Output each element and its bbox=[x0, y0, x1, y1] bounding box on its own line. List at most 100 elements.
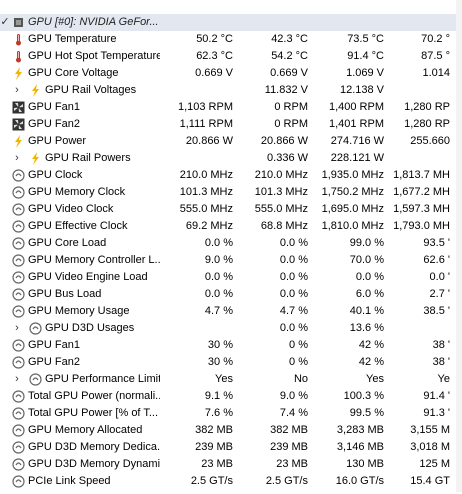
current-value: 9.0 % bbox=[204, 254, 233, 266]
sensor-row[interactable]: GPU Memory Clock 101.3 MHz 101.3 MHz 1,750.… bbox=[0, 184, 462, 201]
section-header-label: GPU [#0]: NVIDIA GeFor... bbox=[28, 16, 159, 28]
thermometer-icon bbox=[12, 50, 25, 63]
current-value: 4.7 % bbox=[204, 305, 233, 317]
sensor-label: GPU Rail Voltages bbox=[45, 84, 137, 96]
sensor-row[interactable]: GPU Core Load 0.0 % 0.0 % 99.0 % 93.5 ' bbox=[0, 235, 462, 252]
average-value bbox=[390, 82, 450, 99]
average-value: 62.6 ' bbox=[423, 254, 450, 266]
vertical-scrollbar[interactable] bbox=[456, 0, 462, 492]
sensor-label: GPU Memory Usage bbox=[28, 305, 130, 317]
current-value: 210.0 MHz bbox=[179, 169, 233, 181]
average-value: 93.5 ' bbox=[423, 237, 450, 249]
sensor-table: ✓ GPU [#0]: NVIDIA GeFor... GPU Temperat… bbox=[0, 14, 462, 490]
sensor-row[interactable]: PCIe Link Speed 2.5 GT/s 2.5 GT/s 16.0 GT/s… bbox=[0, 473, 462, 490]
average-value bbox=[390, 150, 450, 167]
min-value: 0.0 % bbox=[279, 322, 308, 334]
max-value: Yes bbox=[366, 373, 384, 385]
sensor-row[interactable]: GPU Bus Load 0.0 % 0.0 % 6.0 % 2.7 ' bbox=[0, 286, 462, 303]
chevron-right-icon[interactable]: › bbox=[12, 320, 22, 337]
min-value: 4.7 % bbox=[279, 305, 308, 317]
sensor-row[interactable]: › GPU Rail Voltages 11.832 V 12.138 V bbox=[0, 82, 462, 99]
sensor-label: Total GPU Power (normali... bbox=[28, 390, 160, 402]
sensor-label: GPU Hot Spot Temperature bbox=[28, 50, 160, 62]
average-value: 38 ' bbox=[432, 339, 450, 351]
min-value: 239 MB bbox=[270, 441, 308, 453]
max-value: 1,750.2 MHz bbox=[321, 186, 384, 198]
chevron-right-icon[interactable]: › bbox=[12, 150, 22, 167]
current-value: 69.2 MHz bbox=[185, 220, 233, 232]
clock-icon bbox=[12, 458, 25, 471]
max-value: 99.0 % bbox=[349, 237, 384, 249]
average-value: 1.014 bbox=[422, 67, 450, 79]
sensor-row[interactable]: GPU Fan1 30 % 0 % 42 % 38 ' bbox=[0, 337, 462, 354]
min-value: 11.832 V bbox=[264, 84, 308, 96]
sensor-row[interactable]: GPU D3D Memory Dynamic 23 MB 23 MB 130 MB 12… bbox=[0, 456, 462, 473]
clock-icon bbox=[12, 390, 25, 403]
sensor-label: GPU Performance Limits bbox=[45, 373, 160, 385]
current-value: 0.0 % bbox=[204, 237, 233, 249]
sensor-row[interactable]: GPU Effective Clock 69.2 MHz 68.8 MHz 1,810… bbox=[0, 218, 462, 235]
max-value: 16.0 GT/s bbox=[335, 475, 384, 487]
clock-icon bbox=[12, 220, 25, 233]
max-value: 274.716 W bbox=[330, 135, 384, 147]
clock-icon bbox=[12, 424, 25, 437]
max-value: 1,695.0 MHz bbox=[321, 203, 384, 215]
current-value: 2.5 GT/s bbox=[190, 475, 233, 487]
sensor-row[interactable]: GPU D3D Memory Dedica... 239 MB 239 MB 3,14… bbox=[0, 439, 462, 456]
average-value: 38.5 ' bbox=[423, 305, 450, 317]
current-value: 1,103 RPM bbox=[177, 101, 233, 113]
sensor-row[interactable]: GPU Video Engine Load 0.0 % 0.0 % 0.0 % 0.0 … bbox=[0, 269, 462, 286]
gpu-chip-icon bbox=[12, 16, 25, 29]
chevron-right-icon[interactable]: › bbox=[12, 371, 22, 388]
max-value: 40.1 % bbox=[349, 305, 384, 317]
section-header-gpu[interactable]: ✓ GPU [#0]: NVIDIA GeFor... bbox=[0, 14, 462, 31]
lightning-icon bbox=[29, 84, 42, 97]
max-value: 13.6 % bbox=[349, 322, 384, 334]
min-value: No bbox=[293, 373, 308, 385]
average-value bbox=[390, 320, 450, 337]
clock-icon bbox=[12, 339, 25, 352]
sensor-row[interactable]: Total GPU Power (normali... 9.1 % 9.0 % 100… bbox=[0, 388, 462, 405]
sensor-row[interactable]: Total GPU Power [% of T... 7.6 % 7.4 % 99.5… bbox=[0, 405, 462, 422]
sensor-row[interactable]: GPU Temperature 50.2 °C 42.3 °C 73.5 °C 70.2… bbox=[0, 31, 462, 48]
sensor-row[interactable]: GPU Memory Controller L... 9.0 % 0.0 % 70.0… bbox=[0, 252, 462, 269]
current-value: 7.6 % bbox=[204, 407, 233, 419]
average-value: 1,677.2 MH bbox=[393, 186, 450, 198]
min-value: 0 % bbox=[289, 339, 308, 351]
min-value: 0.0 % bbox=[279, 288, 308, 300]
sensor-row[interactable]: GPU Power 20.866 W 20.866 W 274.716 W 255.66… bbox=[0, 133, 462, 150]
average-value: 0.0 ' bbox=[429, 271, 450, 283]
sensor-row[interactable]: GPU Memory Allocated 382 MB 382 MB 3,283 MB… bbox=[0, 422, 462, 439]
sensor-row[interactable]: GPU Video Clock 555.0 MHz 555.0 MHz 1,695.0… bbox=[0, 201, 462, 218]
sensor-row[interactable]: GPU Core Voltage 0.669 V 0.669 V 1.069 V 1.0… bbox=[0, 65, 462, 82]
sensor-label: GPU Memory Controller L... bbox=[28, 254, 160, 266]
sensor-label: GPU Video Engine Load bbox=[28, 271, 148, 283]
average-value: 3,018 M bbox=[410, 441, 450, 453]
sensor-row[interactable]: GPU Memory Usage 4.7 % 4.7 % 40.1 % 38.5 ' bbox=[0, 303, 462, 320]
average-value: 1,280 RP bbox=[404, 118, 450, 130]
sensor-label: GPU Bus Load bbox=[28, 288, 102, 300]
sensor-row[interactable]: › GPU Performance Limits Yes No Yes Ye bbox=[0, 371, 462, 388]
clock-icon bbox=[12, 203, 25, 216]
sensor-row[interactable]: GPU Hot Spot Temperature 62.3 °C 54.2 °C 91… bbox=[0, 48, 462, 65]
min-value: 0.336 W bbox=[267, 152, 308, 164]
clock-icon bbox=[12, 186, 25, 199]
sensor-row[interactable]: GPU Fan2 30 % 0 % 42 % 38 ' bbox=[0, 354, 462, 371]
max-value: 1,935.0 MHz bbox=[321, 169, 384, 181]
clock-icon bbox=[29, 322, 42, 335]
chevron-right-icon[interactable]: › bbox=[12, 82, 22, 99]
clock-icon bbox=[12, 254, 25, 267]
sensor-row[interactable]: GPU Fan1 1,103 RPM 0 RPM 1,400 RPM 1,280 RP bbox=[0, 99, 462, 116]
max-value: 42 % bbox=[358, 339, 384, 351]
sensor-row[interactable]: GPU Fan2 1,111 RPM 0 RPM 1,401 RPM 1,280 RP bbox=[0, 116, 462, 133]
sensor-row[interactable]: › GPU Rail Powers 0.336 W 228.121 W bbox=[0, 150, 462, 167]
thermometer-icon bbox=[12, 33, 25, 46]
sensor-row[interactable]: GPU Clock 210.0 MHz 210.0 MHz 1,935.0 MHz 1,… bbox=[0, 167, 462, 184]
min-value: 7.4 % bbox=[279, 407, 308, 419]
chevron-down-icon[interactable]: ✓ bbox=[0, 14, 10, 31]
min-value: 0.0 % bbox=[279, 254, 308, 266]
max-value: 6.0 % bbox=[355, 288, 384, 300]
sensor-label: GPU D3D Memory Dynamic bbox=[28, 458, 160, 470]
sensor-row[interactable]: › GPU D3D Usages 0.0 % 13.6 % bbox=[0, 320, 462, 337]
max-value: 1,401 RPM bbox=[328, 118, 384, 130]
